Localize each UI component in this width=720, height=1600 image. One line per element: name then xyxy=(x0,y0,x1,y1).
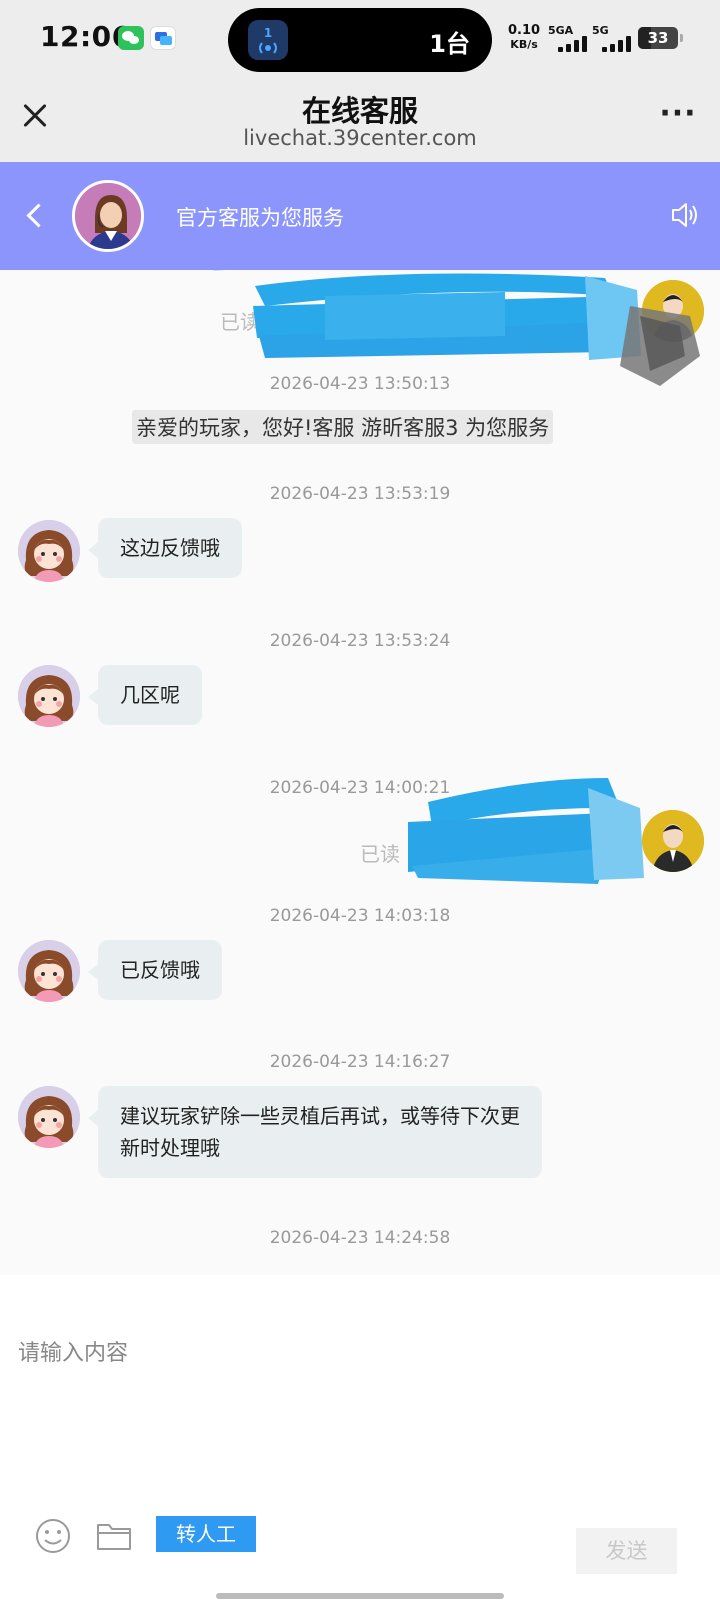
island-badge: 1 xyxy=(263,26,273,40)
agent-message-avatar xyxy=(18,665,80,727)
agent-message-bubble[interactable]: 已反馈哦 xyxy=(88,940,222,1000)
input-area: 转人工 发送 xyxy=(0,1275,720,1600)
agent-avatar xyxy=(72,180,144,252)
back-button[interactable] xyxy=(22,200,52,230)
timestamp: 2026-04-23 13:50:13 xyxy=(269,374,451,394)
timestamp: 2026-04-23 13:53:19 xyxy=(269,484,451,504)
system-greeting: 亲爱的玩家，您好!客服 游昕客服3 为您服务 xyxy=(132,410,554,444)
island-text: 1台 xyxy=(429,30,470,58)
net-speed: 0.10 KB/s xyxy=(508,24,540,52)
screen: 12:06 1 1台 0.10 KB/s 5GA 5G 33 在线客服 live… xyxy=(0,0,720,1600)
chat-header: 官方客服为您服务 xyxy=(0,162,720,270)
timestamp: 2026-04-23 14:16:27 xyxy=(269,1052,451,1072)
battery-icon: 33 xyxy=(638,27,683,49)
redacted-message-scribble xyxy=(212,270,641,360)
redacted-message-scribble xyxy=(408,778,644,884)
send-button[interactable]: 发送 xyxy=(576,1528,677,1574)
net-speed-unit: KB/s xyxy=(510,38,538,51)
page-url: livechat.39center.com xyxy=(243,126,477,150)
timestamp: 2026-04-23 14:24:58 xyxy=(269,1228,451,1248)
folder-icon[interactable] xyxy=(96,1521,132,1551)
timestamp: 2026-04-23 13:53:24 xyxy=(269,631,451,651)
home-indicator[interactable] xyxy=(216,1593,504,1599)
user-avatar xyxy=(642,810,704,872)
dynamic-island[interactable]: 1 1台 xyxy=(228,8,492,72)
battery-label: 33 xyxy=(647,29,669,47)
page-title: 在线客服 xyxy=(301,94,418,128)
emoji-icon[interactable] xyxy=(34,1517,72,1555)
agent-message-bubble[interactable]: 建议玩家铲除一些灵植后再试，或等待下次更新时处理哦 xyxy=(88,1086,542,1178)
timestamp: 2026-04-23 14:03:18 xyxy=(269,906,451,926)
agent-message-avatar xyxy=(18,940,80,1002)
agent-message-avatar xyxy=(18,520,80,582)
chat-message-list[interactable]: 已读 2026-04-23 13:50:13 亲爱的玩家，您好!客服 游昕客服3… xyxy=(0,270,720,1275)
speaker-icon[interactable] xyxy=(668,198,702,232)
net-speed-value: 0.10 xyxy=(508,23,541,38)
island-app-icon: 1 xyxy=(248,20,288,60)
message-app-icon xyxy=(150,26,176,50)
broadcast-icon xyxy=(259,42,277,54)
more-options-button[interactable]: ··· xyxy=(658,99,698,134)
agent-message-avatar xyxy=(18,1086,80,1148)
agent-message-bubble[interactable]: 几区呢 xyxy=(88,665,202,725)
read-status-label: 已读 xyxy=(360,842,400,866)
browser-header: 在线客服 livechat.39center.com ··· xyxy=(0,80,720,162)
transfer-to-human-button[interactable]: 转人工 xyxy=(156,1516,256,1552)
signal-5ga-icon: 5GA xyxy=(548,24,588,52)
status-bar: 12:06 1 1台 0.10 KB/s 5GA 5G 33 xyxy=(0,0,720,80)
wechat-icon xyxy=(118,26,144,50)
signal-5g-icon: 5G xyxy=(592,24,632,52)
chat-header-title: 官方客服为您服务 xyxy=(176,206,344,230)
message-input[interactable] xyxy=(18,1335,698,1515)
agent-message-bubble[interactable]: 这边反馈哦 xyxy=(88,518,242,578)
